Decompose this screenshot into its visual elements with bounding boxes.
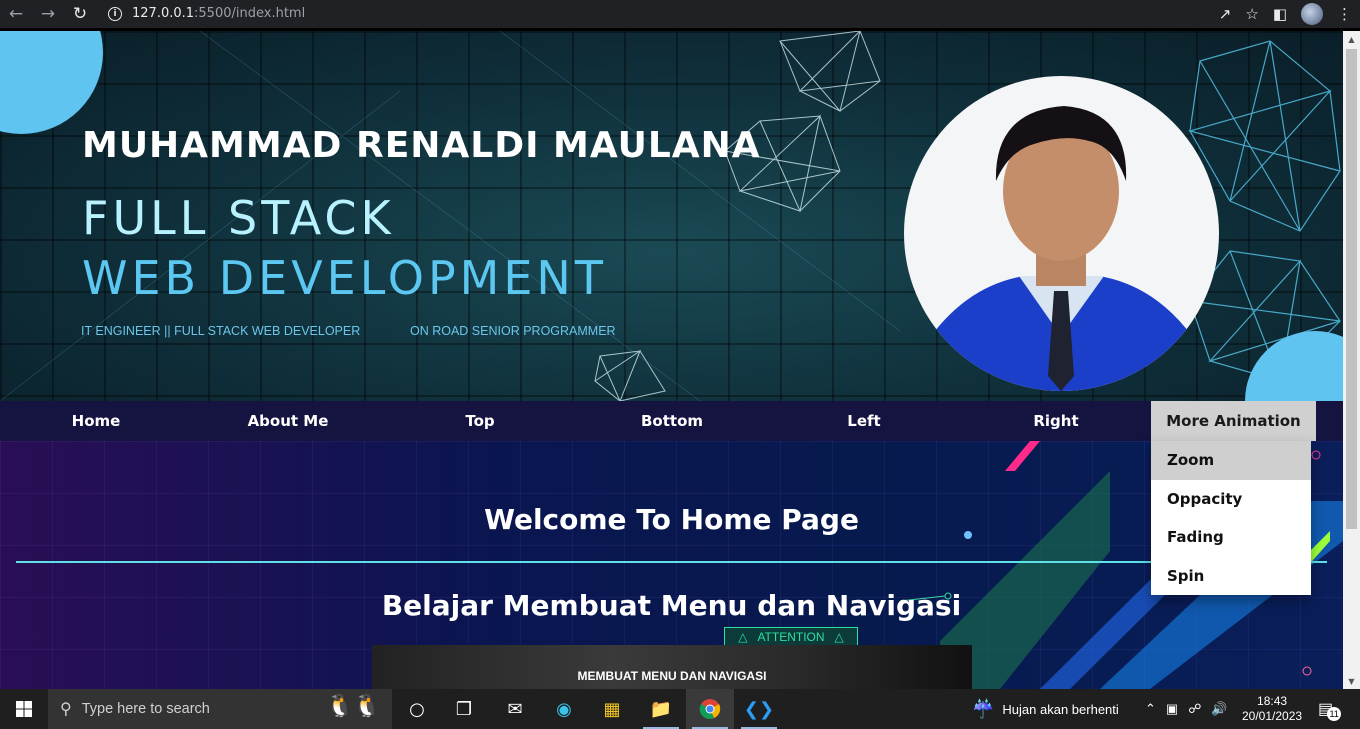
dropdown-item-spin[interactable]: Spin xyxy=(1151,557,1311,596)
search-placeholder: Type here to search xyxy=(81,701,210,717)
task-view-icon[interactable]: ❐ xyxy=(440,689,488,729)
clock-date: 20/01/2023 xyxy=(1242,709,1303,723)
nav-item-right[interactable]: Right xyxy=(960,401,1152,441)
bookmark-star-icon[interactable]: ☆ xyxy=(1245,5,1258,23)
scroll-down-icon[interactable]: ▼ xyxy=(1343,673,1360,689)
hero-tagline: IT ENGINEER || FULL STACK WEB DEVELOPER xyxy=(81,324,361,338)
taskbar-search[interactable]: ⚲ Type here to search 🐧🐧 xyxy=(48,689,392,729)
address-bar[interactable]: i 127.0.0.1:5500/index.html xyxy=(108,2,1254,25)
clock-time: 18:43 xyxy=(1257,694,1288,708)
edge-browser-icon[interactable]: ◉ xyxy=(540,689,588,729)
rain-umbrella-icon: ☔ xyxy=(972,698,995,719)
nav-item-home[interactable]: Home xyxy=(0,401,192,441)
menu-kebab-icon[interactable]: ⋮ xyxy=(1337,5,1352,23)
windows-start-icon[interactable] xyxy=(0,689,48,729)
main-nav: Home About Me Top Bottom Left Right More… xyxy=(0,401,1343,441)
url-path: :5500/index.html xyxy=(194,6,306,21)
hero-title-line2: WEB DEVELOPMENT xyxy=(82,251,607,305)
hero-banner: MUHAMMAD RENALDI MAULANA FULL STACK WEB … xyxy=(0,31,1343,401)
warning-icon: △ xyxy=(738,630,748,644)
back-arrow-icon[interactable]: ← xyxy=(0,0,32,28)
notification-badge: 11 xyxy=(1327,707,1342,721)
reload-icon[interactable]: ↻ xyxy=(64,0,96,28)
site-info-icon[interactable]: i xyxy=(108,6,122,21)
forward-arrow-icon[interactable]: → xyxy=(32,0,64,28)
divider xyxy=(16,561,1327,563)
more-animation-dropdown: Zoom Oppacity Fading Spin xyxy=(1151,441,1311,595)
nav-item-left[interactable]: Left xyxy=(768,401,960,441)
attention-label: ATTENTION xyxy=(757,630,825,644)
nav-item-bottom[interactable]: Bottom xyxy=(576,401,768,441)
chevron-up-icon[interactable]: ⌃ xyxy=(1145,701,1156,717)
nav-item-about-me[interactable]: About Me xyxy=(192,401,384,441)
warning-icon: △ xyxy=(834,630,844,644)
cortana-icon[interactable]: ○ xyxy=(393,689,441,729)
store-icon[interactable]: ▦ xyxy=(588,689,636,729)
video-caption: MEMBUAT MENU DAN NAVIGASI xyxy=(577,669,767,683)
attention-badge: △ ATTENTION △ xyxy=(724,627,858,647)
file-explorer-icon[interactable]: 📁 xyxy=(637,689,685,729)
chrome-icon[interactable] xyxy=(686,689,734,729)
network-icon[interactable]: ☍ xyxy=(1188,701,1201,717)
person-portrait xyxy=(919,106,1204,391)
share-icon[interactable]: ↗ xyxy=(1219,5,1232,23)
meet-now-icon[interactable]: ▣ xyxy=(1166,701,1178,717)
browser-toolbar: ← → ↻ i 127.0.0.1:5500/index.html ↗ ☆ ◧ … xyxy=(0,0,1360,28)
scroll-up-icon[interactable]: ▲ xyxy=(1343,31,1360,47)
penguins-icon: 🐧🐧 xyxy=(326,693,381,718)
video-thumbnail[interactable]: MEMBUAT MENU DAN NAVIGASI xyxy=(372,645,972,689)
home-content: Welcome To Home Page Belajar Membuat Men… xyxy=(0,441,1343,689)
scrollbar-thumb[interactable] xyxy=(1346,49,1357,529)
windows-taskbar: ⚲ Type here to search 🐧🐧 ○ ❐ ✉ ◉ ▦ 📁 ❮❯ … xyxy=(0,689,1360,729)
dropdown-item-fading[interactable]: Fading xyxy=(1151,518,1311,557)
search-icon: ⚲ xyxy=(60,701,72,718)
dropdown-item-zoom[interactable]: Zoom xyxy=(1151,441,1311,480)
url-host: 127.0.0.1 xyxy=(132,6,195,21)
profile-avatar[interactable] xyxy=(1301,3,1323,25)
mail-icon[interactable]: ✉ xyxy=(491,689,539,729)
clock[interactable]: 18:43 20/01/2023 xyxy=(1242,689,1302,729)
hero-title-line1: FULL STACK xyxy=(82,191,395,245)
nav-item-more-animation[interactable]: More Animation xyxy=(1151,401,1316,441)
section-heading: Belajar Membuat Menu dan Navigasi xyxy=(381,589,962,622)
welcome-heading: Welcome To Home Page xyxy=(484,503,859,536)
volume-icon[interactable]: 🔊 xyxy=(1211,701,1227,717)
vscode-icon[interactable]: ❮❯ xyxy=(735,689,783,729)
dropdown-item-oppacity[interactable]: Oppacity xyxy=(1151,480,1311,519)
weather-widget[interactable]: ☔ Hujan akan berhenti xyxy=(972,689,1119,729)
side-panel-icon[interactable]: ◧ xyxy=(1273,5,1287,23)
page-viewport: MUHAMMAD RENALDI MAULANA FULL STACK WEB … xyxy=(0,31,1343,689)
nav-item-top[interactable]: Top xyxy=(384,401,576,441)
weather-text: Hujan akan berhenti xyxy=(1002,701,1119,717)
hero-name: MUHAMMAD RENALDI MAULANA xyxy=(82,125,761,166)
vertical-scrollbar[interactable]: ▲ ▼ xyxy=(1343,31,1360,689)
hero-tagline: ON ROAD SENIOR PROGRAMMER xyxy=(410,324,616,338)
profile-photo xyxy=(904,76,1219,391)
notification-center-icon[interactable]: ▤ 11 xyxy=(1318,689,1342,729)
